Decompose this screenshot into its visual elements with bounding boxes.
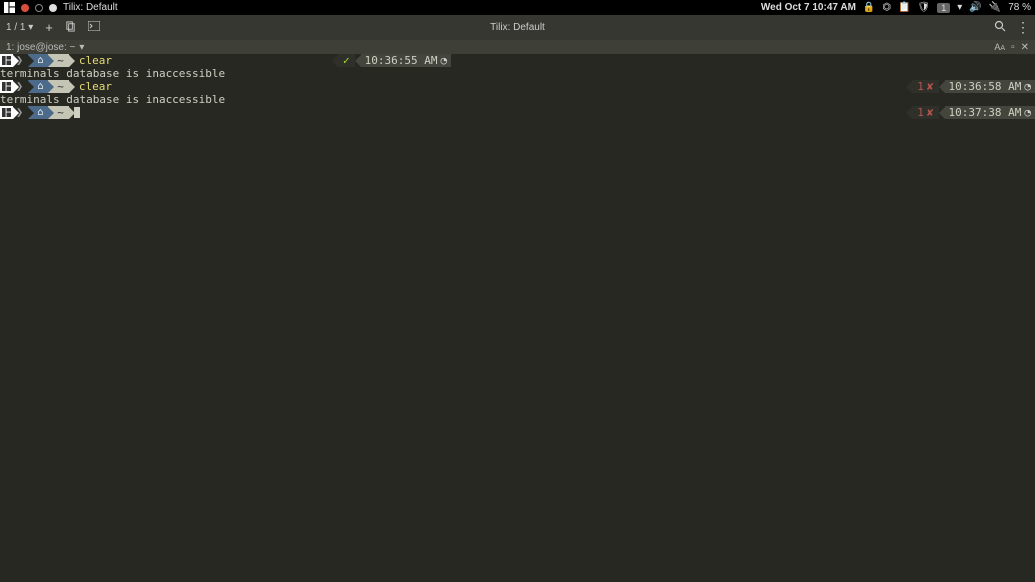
status-segment: ✓ bbox=[338, 54, 355, 67]
session-counter[interactable]: 1 / 1 ▾ bbox=[6, 22, 33, 33]
tab-label[interactable]: 1: jose@jose: ~ bbox=[6, 42, 75, 53]
time-segment: 10:36:58 AM ◔ bbox=[945, 80, 1035, 93]
os-segment bbox=[0, 80, 13, 93]
window-close-button[interactable] bbox=[21, 4, 29, 12]
tab-dropdown-icon[interactable]: ▾ bbox=[79, 42, 84, 53]
lock-icon[interactable]: 🔒 bbox=[863, 2, 875, 13]
clock-icon: ◔ bbox=[1024, 80, 1031, 93]
time-segment: 10:37:38 AM ◔ bbox=[945, 106, 1035, 119]
battery-percent: 78 % bbox=[1008, 2, 1031, 13]
window-maximize-button[interactable] bbox=[35, 4, 43, 12]
terminal-line: terminals database is inaccessible bbox=[0, 67, 1035, 80]
top-bar-left: Tilix: Default bbox=[4, 2, 118, 13]
window-minimize-button[interactable] bbox=[49, 4, 57, 12]
volume-icon[interactable]: 🔊 bbox=[969, 2, 981, 13]
clock-icon: ◔ bbox=[1024, 106, 1031, 119]
os-segment bbox=[0, 106, 13, 119]
time-segment: 10:36:55 AM ◔ bbox=[361, 54, 451, 67]
font-size-icon[interactable]: AA bbox=[994, 42, 1005, 52]
os-logo-icon bbox=[4, 2, 15, 13]
menu-icon[interactable]: ⋮ bbox=[1016, 19, 1029, 36]
home-icon: ⌂ bbox=[37, 80, 43, 93]
power-icon[interactable]: 🔌 bbox=[989, 2, 1001, 13]
shield-icon[interactable]: 🛡 bbox=[918, 2, 931, 13]
toolbar-title: Tilix: Default bbox=[490, 22, 545, 33]
output-text: terminals database is inaccessible bbox=[0, 93, 225, 106]
terminal-line: ❯ ⌂ ~ clear ✓ 10:36:55 AM ◔ bbox=[0, 54, 1035, 67]
clock-icon: ◔ bbox=[441, 54, 448, 67]
terminal-line: terminals database is inaccessible bbox=[0, 93, 1035, 106]
tab-bar: 1: jose@jose: ~ ▾ AA ▫ ✕ bbox=[0, 40, 1035, 54]
copy-icon[interactable] bbox=[65, 21, 76, 35]
command-text: clear bbox=[69, 54, 112, 67]
new-terminal-button[interactable]: + bbox=[45, 20, 53, 35]
top-bar-right: Wed Oct 7 10:47 AM 🔒 ⏣ 📋 🛡 1 ▾ 🔊 🔌 78 % bbox=[761, 2, 1031, 13]
terminal-line: ❯ ⌂ ~ clear 1 ✘ 10:36:58 AM ◔ bbox=[0, 80, 1035, 93]
terminal-line: ❯ ⌂ ~ 1 ✘ 10:37:38 AM ◔ bbox=[0, 106, 1035, 119]
wifi-icon[interactable]: ▾ bbox=[957, 2, 962, 13]
clipboard-icon[interactable]: 📋 bbox=[898, 2, 910, 13]
maximize-pane-icon[interactable]: ▫ bbox=[1011, 42, 1015, 53]
status-segment: 1 ✘ bbox=[912, 80, 938, 93]
command-text: clear bbox=[69, 80, 112, 93]
workspace-indicator[interactable]: 1 bbox=[937, 3, 950, 13]
home-icon: ⌂ bbox=[37, 106, 43, 119]
home-icon: ⌂ bbox=[37, 54, 43, 67]
window-title: Tilix: Default bbox=[63, 2, 118, 13]
status-segment: 1 ✘ bbox=[912, 106, 938, 119]
system-top-bar: Tilix: Default Wed Oct 7 10:47 AM 🔒 ⏣ 📋 … bbox=[0, 0, 1035, 15]
output-text: terminals database is inaccessible bbox=[0, 67, 225, 80]
search-icon[interactable] bbox=[994, 20, 1006, 35]
terminal-output[interactable]: ❯ ⌂ ~ clear ✓ 10:36:55 AM ◔ terminals da… bbox=[0, 54, 1035, 119]
datetime: Wed Oct 7 10:47 AM bbox=[761, 2, 856, 13]
update-icon[interactable]: ⏣ bbox=[882, 2, 891, 13]
os-segment bbox=[0, 54, 13, 67]
app-toolbar: 1 / 1 ▾ + Tilix: Default ⋮ bbox=[0, 15, 1035, 40]
terminal-icon[interactable] bbox=[88, 21, 100, 34]
close-tab-icon[interactable]: ✕ bbox=[1021, 42, 1029, 53]
